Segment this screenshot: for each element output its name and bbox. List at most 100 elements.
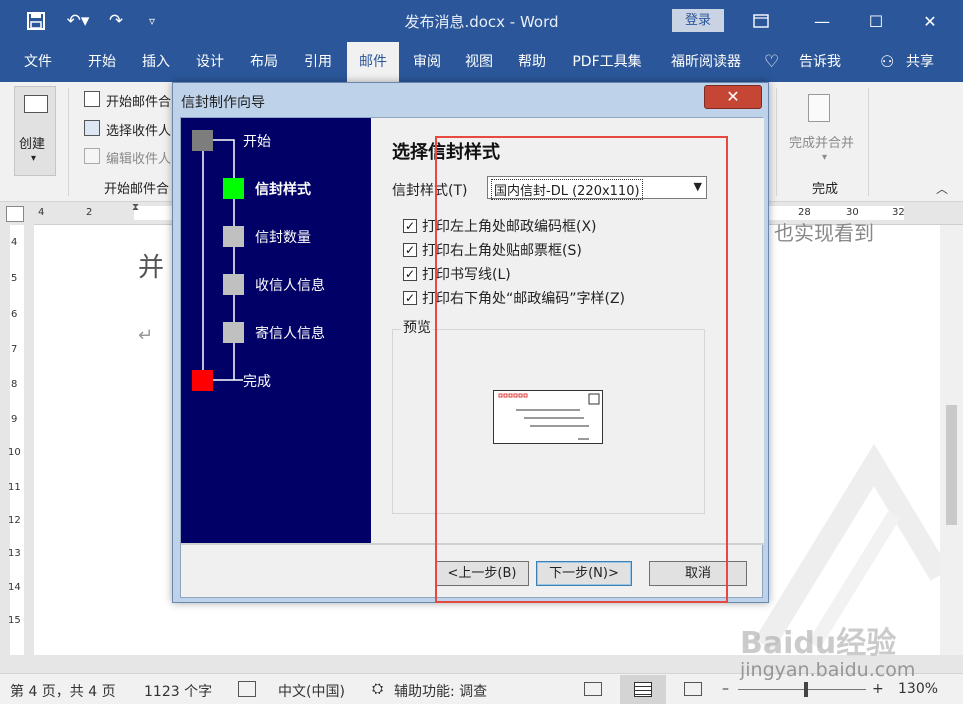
step-marker-current [223,178,244,199]
dialog-close-button[interactable]: ✕ [704,85,762,109]
page-count[interactable]: 第 4 页，共 4 页 [10,681,116,701]
zoom-out-icon[interactable]: – [722,681,729,697]
tab-layout[interactable]: 布局 [238,42,290,82]
share-button[interactable]: 共享 [900,42,940,82]
ruler-tick: 10 [8,447,21,458]
ruler-tick: 32 [892,207,905,218]
vertical-ruler[interactable]: 4 5 6 7 8 9 10 11 12 13 14 15 [0,225,34,655]
document-text-right: 也实现看到 [774,221,874,245]
select-recipients-button[interactable]: 选择收件人 [106,120,171,139]
print-layout-button[interactable] [620,675,666,704]
person-icon[interactable]: ⚇ [880,52,900,72]
envelope-icon [24,95,48,113]
step-finish: 完成 [243,374,271,390]
lightbulb-icon: ♡ [764,52,780,72]
close-window-icon[interactable]: ✕ [912,7,948,35]
edit-list-icon [84,148,100,164]
chevron-down-icon: ▾ [822,152,828,163]
collapse-ribbon-icon[interactable]: ︿ [936,180,948,197]
document-icon [84,91,100,107]
step-sender-info: 寄信人信息 [255,326,325,342]
ruler-tick: 14 [8,582,21,593]
print-layout-icon [634,682,652,697]
paragraph-mark: ↵ [138,325,154,346]
group-finish-label: 完成 [812,182,839,197]
step-marker-finish [192,370,213,391]
tab-file[interactable]: 文件 [10,42,66,82]
tab-references[interactable]: 引用 [292,42,344,82]
ruler-tick: 2 [86,207,93,218]
zoom-level[interactable]: 130% [898,681,938,697]
highlight-box [435,136,728,603]
zoom-slider[interactable] [738,689,866,690]
scrollbar-thumb[interactable] [946,405,957,525]
tab-insert[interactable]: 插入 [130,42,182,82]
chevron-down-icon: ▾ [31,153,37,164]
ruler-tick: 6 [11,309,18,320]
tab-design[interactable]: 设计 [184,42,236,82]
ruler-tick: 7 [11,344,18,355]
checkbox-checked-icon[interactable]: ✓ [403,243,417,257]
ribbon-display-icon[interactable] [743,7,779,35]
ruler-tick: 11 [8,482,21,493]
vertical-scrollbar[interactable] [940,225,963,655]
tab-view[interactable]: 视图 [453,42,505,82]
dialog-title: 信封制作向导 [181,95,265,111]
step-start: 开始 [243,134,271,150]
watermark-logo: Baidu经验 [740,626,897,661]
checkbox-checked-icon[interactable]: ✓ [403,291,417,305]
create-button[interactable]: 创建 ▾ [14,86,56,176]
step-envelope-style: 信封样式 [255,182,311,198]
tab-review[interactable]: 审阅 [401,42,453,82]
step-marker [223,274,244,295]
tab-mailings[interactable]: 邮件 [347,42,399,82]
start-merge-button[interactable]: 开始邮件合 [106,91,171,110]
tab-foxit-reader[interactable]: 福昕阅读器 [660,42,752,82]
watermark-url: jingyan.baidu.com [740,659,916,681]
ruler-tick: 8 [11,379,18,390]
proofing-icon[interactable] [238,681,256,697]
language-indicator[interactable]: 中文(中国) [278,681,345,701]
checkbox-checked-icon[interactable]: ✓ [403,267,417,281]
zoom-in-icon[interactable]: + [872,681,884,697]
ruler-tick: 9 [11,414,18,425]
preview-label: 预览 [401,317,433,337]
group-divider [868,88,869,196]
tab-selector-icon[interactable] [6,206,24,222]
tab-tell-me[interactable]: 告诉我 [790,42,850,82]
ruler-tick: 4 [38,207,45,218]
word-count[interactable]: 1123 个字 [144,681,212,701]
ruler-tick: 12 [8,515,21,526]
ribbon-tabs: 文件 开始 插入 设计 布局 引用 邮件 审阅 视图 帮助 PDF工具集 福昕阅… [0,42,963,82]
title-bar: ↶▾ ↷ ▿ 发布消息.docx - Word 登录 — ☐ ✕ [0,0,963,42]
document-text: 并 [138,253,165,283]
step-marker-start [192,130,213,151]
accessibility-status[interactable]: 辅助功能: 调查 [394,681,487,701]
login-button[interactable]: 登录 [672,9,724,32]
group-divider [776,88,777,196]
web-layout-icon[interactable] [684,682,702,696]
finish-merge-button[interactable]: 完成并合并 [789,132,854,151]
checkbox-checked-icon[interactable]: ✓ [403,219,417,233]
step-marker [223,226,244,247]
tab-help[interactable]: 帮助 [506,42,558,82]
tab-home[interactable]: 开始 [76,42,128,82]
accessibility-icon[interactable]: ⛭ [372,681,383,697]
finish-merge-icon [808,94,830,122]
group-start-merge-label: 开始邮件合 [104,182,170,197]
step-envelope-count: 信封数量 [255,230,311,246]
group-divider [68,88,69,196]
maximize-icon[interactable]: ☐ [858,7,894,35]
step-recipient-info: 收信人信息 [255,278,325,294]
zoom-slider-thumb[interactable] [804,682,808,697]
step-marker [223,322,244,343]
recipients-icon [84,120,100,136]
minimize-icon[interactable]: — [804,7,840,35]
tab-pdf-tools[interactable]: PDF工具集 [562,42,652,82]
create-label: 创建 [19,137,46,152]
watermark-graphic [754,443,940,651]
indent-marker[interactable]: ⧗ [132,202,142,224]
wizard-steps-panel: 开始 信封样式 信封数量 收信人信息 寄信人信息 完成 [181,118,371,543]
edit-recipients-button[interactable]: 编辑收件人 [106,148,171,167]
read-mode-icon[interactable] [584,682,602,696]
